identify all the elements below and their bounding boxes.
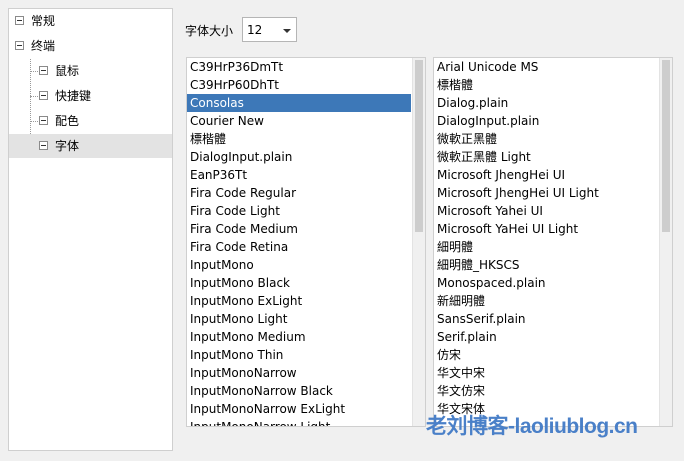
font-list-item[interactable]: InputMonoNarrow: [187, 364, 411, 382]
font-list-left[interactable]: C39HrP36DmTt C39HrP60DhTt Consolas Courier …: [186, 57, 426, 427]
font-list-item[interactable]: Consolas: [187, 94, 411, 112]
font-list-item[interactable]: Microsoft YaHei UI Light: [434, 220, 658, 238]
font-list-item[interactable]: C39HrP60DhTt: [187, 76, 411, 94]
font-list-item[interactable]: SansSerif.plain: [434, 310, 658, 328]
tree-item-label: 常规: [31, 14, 56, 28]
font-list-item[interactable]: Microsoft JhengHei UI Light: [434, 184, 658, 202]
font-size-value: 12: [247, 23, 263, 37]
collapse-icon[interactable]: [39, 116, 48, 125]
scrollbar[interactable]: [412, 58, 425, 426]
font-list-item[interactable]: Serif.plain: [434, 328, 658, 346]
watermark-text: 老刘博客-laoliublog.cn: [426, 415, 638, 438]
font-list-item[interactable]: InputMono Medium: [187, 328, 411, 346]
font-list-item[interactable]: Fira Code Light: [187, 202, 411, 220]
font-list-item[interactable]: 仿宋: [434, 346, 658, 364]
tree-item-font[interactable]: 字体: [9, 134, 172, 158]
font-list-item[interactable]: Fira Code Medium: [187, 220, 411, 238]
font-list-item[interactable]: 微軟正黑體 Light: [434, 148, 658, 166]
font-list-item[interactable]: 微軟正黑體: [434, 130, 658, 148]
settings-tree: 常规 终端 鼠标 快捷键 配色 字体: [8, 8, 173, 451]
font-list-item[interactable]: 新細明體: [434, 292, 658, 310]
collapse-icon[interactable]: [39, 141, 48, 150]
collapse-icon[interactable]: [15, 41, 24, 50]
tree-item-general[interactable]: 常规: [9, 9, 172, 33]
font-list-item[interactable]: InputMonoNarrow Light: [187, 418, 411, 426]
font-list-item[interactable]: InputMonoNarrow ExLight: [187, 400, 411, 418]
font-list-item[interactable]: InputMono: [187, 256, 411, 274]
tree-item-label: 字体: [55, 139, 80, 153]
font-list-item[interactable]: 標楷體: [187, 130, 411, 148]
font-list-item[interactable]: Fira Code Regular: [187, 184, 411, 202]
font-list-item[interactable]: Microsoft JhengHei UI: [434, 166, 658, 184]
tree-item-label: 配色: [55, 114, 80, 128]
font-list-item[interactable]: EanP36Tt: [187, 166, 411, 184]
font-list-item[interactable]: Fira Code Retina: [187, 238, 411, 256]
font-list-item[interactable]: C39HrP36DmTt: [187, 58, 411, 76]
font-size-select[interactable]: 12: [242, 17, 297, 42]
tree-item-colors[interactable]: 配色: [9, 109, 172, 133]
collapse-icon[interactable]: [15, 16, 24, 25]
font-list-item[interactable]: InputMono Light: [187, 310, 411, 328]
scrollbar-thumb[interactable]: [415, 60, 423, 232]
font-list-item[interactable]: Microsoft Yahei UI: [434, 202, 658, 220]
font-size-label: 字体大小: [185, 24, 234, 38]
font-list-item[interactable]: InputMonoNarrow Black: [187, 382, 411, 400]
chevron-down-icon: [283, 29, 291, 33]
font-list-item[interactable]: DialogInput.plain: [187, 148, 411, 166]
font-list-item[interactable]: Courier New: [187, 112, 411, 130]
font-list-item[interactable]: 細明體_HKSCS: [434, 256, 658, 274]
scrollbar[interactable]: [659, 58, 672, 426]
tree-item-label: 终端: [31, 39, 56, 53]
font-list-item[interactable]: 华文仿宋: [434, 382, 658, 400]
tree-item-terminal[interactable]: 终端: [9, 34, 172, 58]
tree-item-mouse[interactable]: 鼠标: [9, 59, 172, 83]
scrollbar-thumb[interactable]: [662, 60, 670, 232]
font-list-item[interactable]: InputMono ExLight: [187, 292, 411, 310]
tree-item-label: 快捷键: [55, 89, 92, 103]
tree-item-label: 鼠标: [55, 64, 80, 78]
font-list-item[interactable]: Dialog.plain: [434, 94, 658, 112]
font-list-item[interactable]: Monospaced.plain: [434, 274, 658, 292]
font-list-item[interactable]: InputMono Black: [187, 274, 411, 292]
font-list-right[interactable]: Arial Unicode MS 標楷體 Dialog.plain DialogInp…: [433, 57, 673, 427]
collapse-icon[interactable]: [39, 91, 48, 100]
tree-item-shortcuts[interactable]: 快捷键: [9, 84, 172, 108]
font-list-item[interactable]: DialogInput.plain: [434, 112, 658, 130]
collapse-icon[interactable]: [39, 66, 48, 75]
font-list-item[interactable]: 华文中宋: [434, 364, 658, 382]
font-list-item[interactable]: 標楷體: [434, 76, 658, 94]
font-list-item[interactable]: Arial Unicode MS: [434, 58, 658, 76]
font-list-item[interactable]: InputMono Thin: [187, 346, 411, 364]
font-list-item[interactable]: 細明體: [434, 238, 658, 256]
